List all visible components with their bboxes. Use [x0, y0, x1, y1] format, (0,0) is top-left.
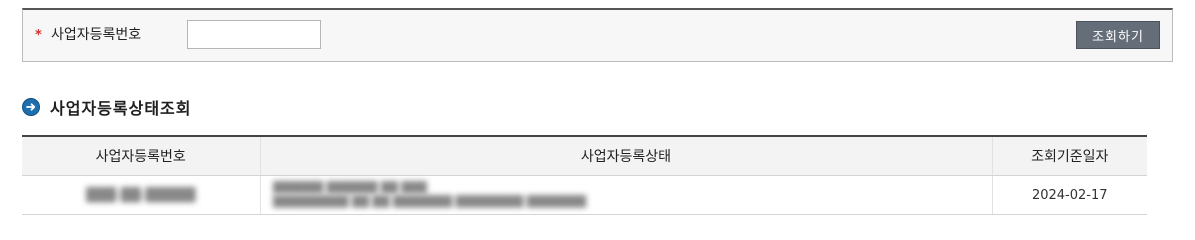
table-header-row: 사업자등록번호 사업자등록상태 조회기준일자 [22, 136, 1147, 176]
arrow-circle-right-icon [22, 98, 40, 116]
result-table: 사업자등록번호 사업자등록상태 조회기준일자 ███-██-█████ ████… [22, 135, 1147, 215]
column-header-status: 사업자등록상태 [259, 136, 992, 176]
section-title: 사업자등록상태조회 [50, 99, 192, 118]
cell-business-number: ███-██-█████ [22, 175, 260, 215]
search-panel: * 사업자등록번호 조회하기 [22, 8, 1173, 62]
column-header-business-number: 사업자등록번호 [22, 136, 260, 176]
business-number-input[interactable] [187, 20, 321, 49]
section-header: 사업자등록상태조회 [22, 96, 191, 118]
cell-status: ██████ ██████ ██ ███ █████████ ██ ██ ███… [259, 175, 992, 215]
business-number-value: ███-██-█████ [86, 187, 196, 203]
status-text-line2: █████████ ██ ██ ███████ ████████ ███████ [272, 195, 587, 208]
required-mark: * [35, 28, 42, 43]
table-row: ███-██-█████ ██████ ██████ ██ ███ ██████… [22, 175, 1147, 215]
column-header-reference-date: 조회기준일자 [991, 136, 1147, 176]
cell-reference-date: 2024-02-17 [991, 175, 1147, 215]
search-button[interactable]: 조회하기 [1076, 21, 1160, 49]
status-text-line1: ██████ ██████ ██ ███ [272, 181, 427, 194]
search-label: 사업자등록번호 [51, 27, 142, 43]
